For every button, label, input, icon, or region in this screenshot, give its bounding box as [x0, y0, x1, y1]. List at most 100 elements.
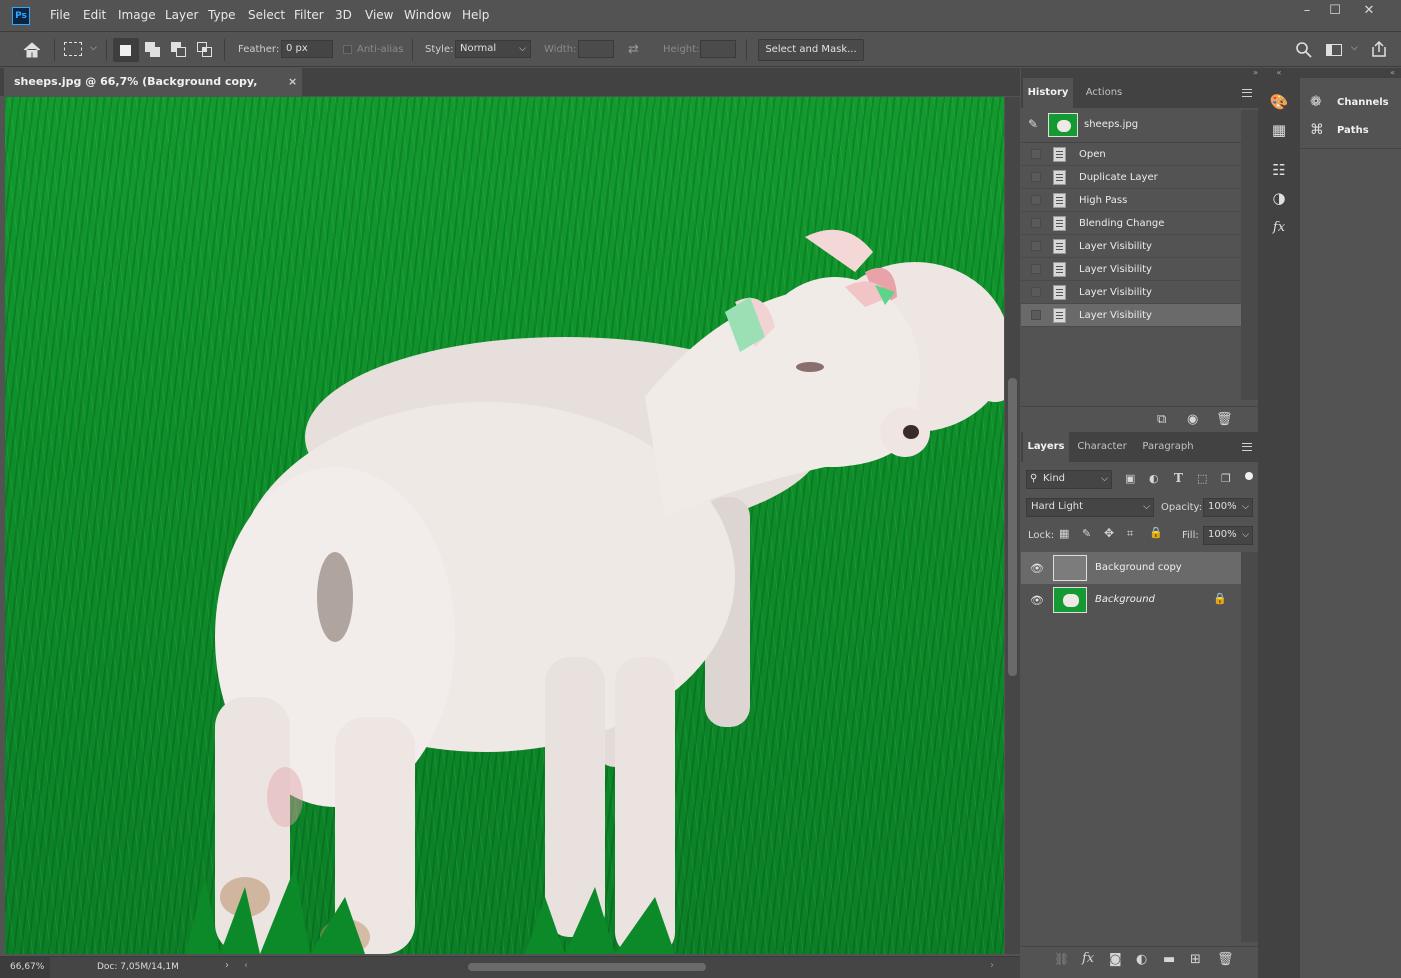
- antialias-checkbox[interactable]: [343, 45, 352, 54]
- close-tab-icon[interactable]: ×: [288, 68, 297, 96]
- lock-artboard-icon[interactable]: ⌗: [1127, 527, 1133, 541]
- filter-pixel-icon[interactable]: ▣: [1125, 472, 1135, 485]
- menu-image[interactable]: Image: [118, 8, 156, 22]
- history-item[interactable]: Open: [1021, 143, 1241, 166]
- adjustments-icon[interactable]: ◑: [1269, 188, 1289, 208]
- lock-transparent-icon[interactable]: ▦: [1059, 527, 1069, 540]
- camera-icon[interactable]: ◉: [1187, 412, 1198, 427]
- document-tab[interactable]: sheeps.jpg @ 66,7% (Background copy, RGB…: [4, 68, 302, 116]
- tab-history[interactable]: History: [1023, 78, 1073, 108]
- horizontal-scroll-thumb[interactable]: [468, 963, 706, 971]
- width-input[interactable]: [578, 40, 614, 58]
- share-icon[interactable]: [1370, 40, 1388, 58]
- new-layer-icon[interactable]: ⊞: [1190, 952, 1201, 967]
- history-checkbox[interactable]: [1031, 310, 1041, 320]
- trash-icon[interactable]: 🗑: [1216, 412, 1233, 427]
- eye-icon[interactable]: 👁: [1030, 562, 1044, 575]
- history-scrollbar[interactable]: [1241, 110, 1258, 400]
- history-snapshot[interactable]: ✎ sheeps.jpg: [1021, 110, 1258, 140]
- history-checkbox[interactable]: [1031, 264, 1041, 274]
- feather-input[interactable]: 0 px: [281, 40, 333, 58]
- filter-smart-object-icon[interactable]: ❐: [1221, 472, 1231, 485]
- fill-input[interactable]: 100% ⌵: [1203, 526, 1253, 545]
- menu-view[interactable]: View: [365, 8, 393, 22]
- color-palette-icon[interactable]: 🎨: [1269, 92, 1289, 112]
- scroll-left-icon[interactable]: ‹: [244, 960, 248, 971]
- properties-icon[interactable]: ☷: [1269, 160, 1289, 180]
- fx-icon[interactable]: fx: [1082, 951, 1094, 966]
- history-checkbox[interactable]: [1031, 172, 1041, 182]
- layer-row[interactable]: 👁 Background 🔒: [1021, 584, 1241, 616]
- chevron-down-icon[interactable]: ⌵: [90, 43, 97, 53]
- rectangular-marquee-icon[interactable]: [64, 42, 82, 56]
- collapse-icon[interactable]: «: [1300, 68, 1401, 78]
- channels-item[interactable]: ❁ Channels: [1300, 90, 1401, 116]
- menu-type[interactable]: Type: [208, 8, 236, 22]
- menu-window[interactable]: Window: [404, 8, 451, 22]
- opacity-input[interactable]: 100% ⌵: [1203, 498, 1253, 517]
- lock-all-icon[interactable]: 🔒: [1149, 526, 1163, 539]
- add-to-selection-icon[interactable]: [145, 42, 161, 58]
- workspace-icon[interactable]: [1326, 44, 1342, 56]
- layer-row[interactable]: 👁 Background copy: [1021, 552, 1241, 584]
- new-group-icon[interactable]: ▬: [1163, 952, 1175, 967]
- history-checkbox[interactable]: [1031, 195, 1041, 205]
- delete-layer-icon[interactable]: 🗑: [1217, 952, 1234, 967]
- filter-type-icon[interactable]: T: [1174, 471, 1183, 485]
- tab-character[interactable]: Character: [1073, 432, 1131, 462]
- subtract-from-selection-icon[interactable]: [171, 42, 187, 58]
- tab-layers[interactable]: Layers: [1023, 432, 1069, 462]
- zoom-level[interactable]: 66,67%: [0, 957, 50, 978]
- close-window-button[interactable]: ✕: [1352, 0, 1386, 22]
- link-layers-icon[interactable]: ⛓: [1054, 952, 1069, 966]
- height-input[interactable]: [700, 40, 736, 58]
- filter-toggle[interactable]: [1245, 472, 1253, 480]
- menu-select[interactable]: Select: [248, 8, 285, 22]
- history-checkbox[interactable]: [1031, 241, 1041, 251]
- history-item[interactable]: Layer Visibility: [1021, 304, 1241, 327]
- menu-3d[interactable]: 3D: [335, 8, 352, 22]
- new-selection-mode[interactable]: [113, 38, 139, 62]
- history-item[interactable]: High Pass: [1021, 189, 1241, 212]
- intersect-selection-icon[interactable]: [197, 42, 213, 58]
- filter-shape-icon[interactable]: ⬚: [1197, 472, 1207, 485]
- tab-paragraph[interactable]: Paragraph: [1135, 432, 1201, 462]
- collapse-icon[interactable]: «: [1260, 68, 1298, 77]
- tab-actions[interactable]: Actions: [1077, 78, 1131, 108]
- history-item[interactable]: Layer Visibility: [1021, 281, 1241, 304]
- home-icon[interactable]: [22, 41, 42, 59]
- menu-layer[interactable]: Layer: [165, 8, 198, 22]
- filter-adjustment-icon[interactable]: ◐: [1149, 472, 1159, 485]
- lock-image-icon[interactable]: ✎: [1082, 527, 1091, 540]
- select-and-mask-button[interactable]: Select and Mask...: [758, 39, 864, 61]
- search-icon[interactable]: [1295, 41, 1313, 59]
- new-document-from-state-icon[interactable]: ⧉: [1157, 412, 1166, 427]
- chevron-down-icon[interactable]: ⌵: [1351, 43, 1358, 53]
- collapse-icon[interactable]: »: [1021, 68, 1258, 77]
- history-checkbox[interactable]: [1031, 218, 1041, 228]
- paths-item[interactable]: ⌘ Paths: [1300, 118, 1401, 144]
- vertical-scroll-thumb[interactable]: [1008, 378, 1017, 676]
- styles-fx-icon[interactable]: fx: [1269, 218, 1289, 238]
- menu-file[interactable]: File: [50, 8, 70, 22]
- add-mask-icon[interactable]: ◙: [1109, 952, 1122, 967]
- document-canvas[interactable]: [5, 97, 1004, 954]
- history-item[interactable]: Blending Change: [1021, 212, 1241, 235]
- menu-edit[interactable]: Edit: [83, 8, 106, 22]
- blend-mode-select[interactable]: Hard Light ⌵: [1026, 498, 1154, 517]
- menu-filter[interactable]: Filter: [294, 8, 324, 22]
- layer-filter-kind[interactable]: ⚲ Kind ⌵: [1026, 470, 1112, 489]
- panel-menu-icon[interactable]: [1242, 443, 1252, 451]
- history-item[interactable]: Layer Visibility: [1021, 235, 1241, 258]
- maximize-button[interactable]: ☐: [1318, 0, 1352, 22]
- history-checkbox[interactable]: [1031, 287, 1041, 297]
- history-item[interactable]: Layer Visibility: [1021, 258, 1241, 281]
- swap-icon[interactable]: ⇄: [628, 42, 639, 57]
- layers-scrollbar[interactable]: [1241, 552, 1258, 942]
- swatches-grid-icon[interactable]: ▦: [1269, 120, 1289, 140]
- menu-help[interactable]: Help: [462, 8, 489, 22]
- chevron-right-icon[interactable]: ›: [225, 960, 229, 971]
- scroll-right-icon[interactable]: ›: [990, 960, 994, 971]
- eye-icon[interactable]: 👁: [1030, 594, 1044, 607]
- style-select[interactable]: Normal ⌵: [455, 40, 531, 58]
